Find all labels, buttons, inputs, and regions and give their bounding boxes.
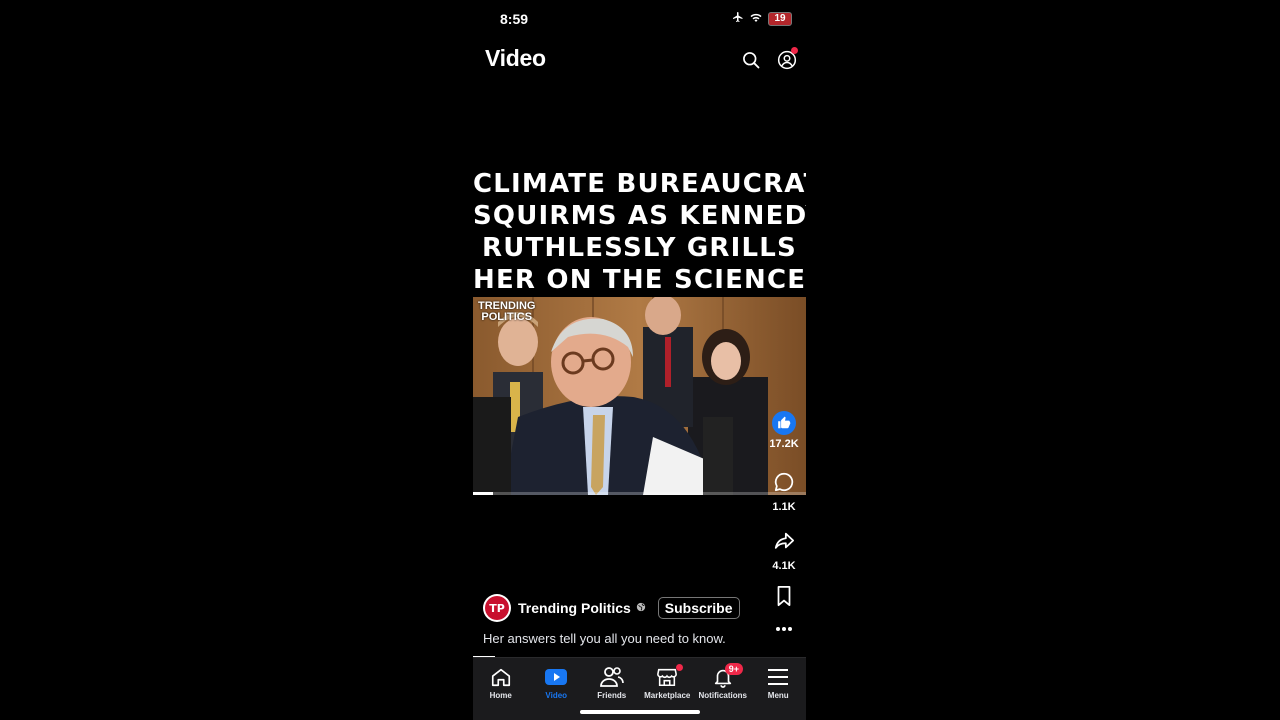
nav-notifications[interactable]: 9+ Notifications	[695, 658, 751, 720]
notification-badge: 9+	[724, 663, 744, 675]
video-headline: CLIMATE BUREAUCRAT SQUIRMS AS KENNEDY RU…	[473, 168, 806, 296]
post-caption[interactable]: Her answers tell you all you need to kno…	[483, 631, 726, 646]
subscribe-button[interactable]: Subscribe	[657, 597, 740, 619]
status-icons: 19	[732, 11, 792, 26]
comment-button[interactable]: 1.1K	[768, 471, 800, 513]
profile-button[interactable]	[775, 47, 799, 72]
video-icon	[529, 666, 585, 688]
airplane-icon	[732, 11, 744, 26]
channel-watermark: TRENDING POLITICS	[478, 301, 535, 323]
search-button[interactable]	[739, 48, 763, 72]
nav-label: Friends	[597, 691, 627, 700]
nav-menu[interactable]: Menu	[751, 658, 807, 720]
nav-label: Marketplace	[644, 691, 691, 700]
marketplace-icon	[640, 666, 696, 688]
video-player[interactable]: TRENDING POLITICS	[473, 297, 806, 495]
avatar[interactable]: TP	[483, 594, 511, 622]
nav-label: Home	[489, 691, 512, 700]
thumbs-up-icon	[772, 411, 796, 435]
home-icon	[473, 666, 529, 688]
headline-line: RUTHLESSLY GRILLS	[482, 233, 797, 263]
like-button[interactable]: 17.2K	[768, 411, 800, 450]
battery-indicator: 19	[768, 11, 792, 26]
marketplace-notification-dot	[675, 664, 683, 671]
comment-count: 1.1K	[772, 501, 796, 513]
phone-screen: 8:59 19 Video CLIMATE BUREAUCRAT SQUIRMS…	[473, 0, 806, 720]
globe-icon	[636, 602, 646, 615]
headline-line: SQUIRMS AS KENNEDY	[473, 201, 806, 231]
search-icon	[743, 52, 760, 69]
video-progress-bar[interactable]	[473, 492, 806, 495]
profile-notification-dot	[791, 47, 798, 54]
status-time: 8:59	[500, 11, 529, 27]
headline-line: HER ON THE SCIENCE	[473, 265, 806, 295]
home-indicator	[580, 710, 700, 714]
share-button[interactable]: 4.1K	[768, 530, 800, 572]
bookmark-icon	[777, 585, 791, 607]
friends-icon	[584, 666, 640, 688]
menu-icon	[751, 666, 807, 688]
wifi-icon	[750, 12, 762, 26]
more-dots-icon	[776, 627, 792, 631]
save-button[interactable]	[768, 585, 800, 612]
video-progress-fill	[473, 492, 493, 495]
nav-label: Notifications	[698, 691, 747, 700]
headline-line: CLIMATE BUREAUCRAT	[473, 169, 806, 199]
watermark-text: POLITICS	[481, 311, 533, 323]
nav-video[interactable]: Video	[529, 658, 585, 720]
avatar-logo: TP	[485, 596, 509, 620]
nav-home[interactable]: Home	[473, 658, 529, 720]
post-author-row: TP Trending Politics Subscribe	[483, 594, 740, 622]
share-count: 4.1K	[772, 560, 796, 572]
like-count: 17.2K	[769, 438, 799, 450]
nav-label: Menu	[767, 691, 789, 700]
author-name[interactable]: Trending Politics	[518, 600, 631, 616]
nav-label: Video	[545, 691, 568, 700]
video-frame-image	[473, 297, 806, 495]
share-icon	[774, 532, 795, 549]
more-options-button[interactable]	[768, 622, 800, 641]
comment-icon	[774, 472, 794, 492]
page-title: Video	[485, 45, 546, 71]
